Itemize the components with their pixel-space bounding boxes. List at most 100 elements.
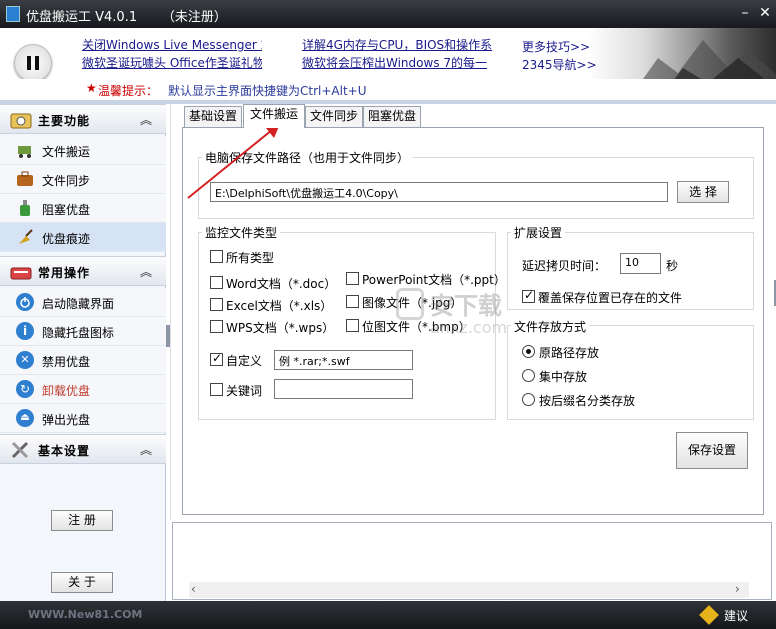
sidebar-item-file-transfer[interactable]: 文件搬运: [0, 136, 166, 165]
tab-file-transfer[interactable]: 文件搬运: [243, 104, 305, 128]
title-bar: 优盘搬运工 V4.0.1 （未注册） – ✕: [0, 0, 776, 28]
delay-input[interactable]: 10: [620, 253, 661, 274]
suggest-icon: [699, 605, 719, 625]
about-button[interactable]: 关 于: [51, 572, 113, 593]
sidebar-item-hide-tray[interactable]: i 隐藏托盘图标: [0, 317, 166, 346]
sidebar-item-file-sync[interactable]: 文件同步: [0, 165, 166, 194]
delay-unit: 秒: [666, 259, 679, 273]
tab-block-usb[interactable]: 阻塞优盘: [363, 106, 421, 127]
word-checkbox[interactable]: [210, 276, 223, 289]
news-link-2[interactable]: 微软圣诞玩噱头 Office作圣诞礼物: [82, 54, 262, 71]
sidebar-item-label: 隐藏托盘图标: [42, 326, 115, 340]
all-types-checkbox[interactable]: [210, 250, 223, 263]
choose-button[interactable]: 选 择: [677, 181, 729, 203]
camera-icon: [10, 110, 32, 130]
eject-icon: ⏏: [16, 409, 34, 427]
close-circle-icon: ✕: [16, 351, 34, 369]
sidebar-item-eject-cd[interactable]: ⏏ 弹出光盘: [0, 404, 166, 433]
by-extension-radio[interactable]: [522, 393, 535, 406]
keyboard-icon: [10, 262, 32, 282]
scroll-right-icon[interactable]: ›: [735, 582, 740, 596]
extend-label: 扩展设置: [511, 224, 566, 241]
custom-label: 自定义: [226, 354, 263, 368]
section-main-functions[interactable]: 主要功能 ︽: [0, 104, 166, 134]
custom-checkbox[interactable]: [210, 351, 223, 366]
sidebar-item-block-usb[interactable]: 阻塞优盘: [0, 194, 166, 223]
keyword-label: 关键词: [226, 384, 263, 398]
briefcase-icon: [16, 170, 34, 188]
storage-label: 文件存放方式: [511, 318, 590, 335]
all-types-label: 所有类型: [226, 251, 275, 265]
status-bar: WWW.New81.COM 建议: [0, 601, 776, 629]
watermark: 安下载 anxz.com: [396, 282, 516, 352]
keyword-field[interactable]: [274, 379, 413, 399]
watermark-site: anxz.com: [430, 318, 508, 337]
sidebar-item-label: 文件同步: [42, 174, 91, 188]
overwrite-checkbox[interactable]: [522, 288, 535, 303]
refresh-icon: ↻: [16, 380, 34, 398]
window-title: 优盘搬运工 V4.0.1 （未注册）: [26, 10, 227, 25]
close-button[interactable]: ✕: [756, 4, 774, 22]
news-link-1[interactable]: 关闭Windows Live Messenger 2009: [82, 36, 262, 53]
nav-2345-link[interactable]: 2345导航>>: [522, 56, 602, 73]
tools-icon: [10, 440, 32, 460]
tip-label: 温馨提示：: [98, 84, 159, 98]
watermark-brand: 安下载: [430, 292, 502, 320]
central-label: 集中存放: [539, 370, 588, 384]
sidebar-item-label: 启动隐藏界面: [42, 297, 115, 311]
wps-checkbox[interactable]: [210, 320, 223, 333]
by-extension-label: 按后缀名分类存放: [539, 394, 636, 408]
sidebar-item-label: 阻塞优盘: [42, 203, 91, 217]
sidebar-item-label: 文件搬运: [42, 145, 91, 159]
register-button[interactable]: 注 册: [51, 510, 113, 531]
site-label: WWW.New81.COM: [28, 608, 143, 621]
collapse-icon[interactable]: ︽: [140, 263, 152, 280]
bmp-checkbox[interactable]: [346, 319, 359, 332]
tab-file-sync[interactable]: 文件同步: [305, 106, 363, 127]
sidebar-item-disable-usb[interactable]: ✕ 禁用优盘: [0, 346, 166, 375]
star-icon: ★: [86, 81, 97, 95]
sidebar-item-launch-hidden[interactable]: 启动隐藏界面: [0, 288, 166, 317]
word-label: Word文档（*.doc）: [226, 277, 337, 291]
jpg-checkbox[interactable]: [346, 295, 359, 308]
overwrite-label: 覆盖保存位置已存在的文件: [538, 291, 683, 305]
more-tips-link[interactable]: 更多技巧>>: [522, 38, 602, 55]
minimize-button[interactable]: –: [736, 4, 754, 22]
horizontal-scrollbar[interactable]: ‹ ›: [189, 582, 749, 598]
sidebar-item-unmount-usb[interactable]: ↻ 卸载优盘: [0, 375, 166, 404]
original-path-radio[interactable]: [522, 345, 535, 358]
central-radio[interactable]: [522, 369, 535, 382]
file-types-label: 监控文件类型: [202, 224, 281, 241]
excel-checkbox[interactable]: [210, 298, 223, 311]
cart-icon: [16, 141, 34, 159]
save-settings-button[interactable]: 保存设置: [676, 432, 748, 469]
annotation-arrow: [187, 124, 280, 199]
custom-ext-field[interactable]: 例 *.rar;*.swf: [274, 350, 413, 370]
collapse-icon[interactable]: ︽: [140, 441, 152, 458]
news-link-4[interactable]: 微软将会压榨出Windows 7的每一: [302, 54, 498, 71]
scroll-left-icon[interactable]: ‹: [191, 582, 196, 596]
info-icon: i: [16, 322, 34, 340]
collapse-icon[interactable]: ︽: [140, 111, 152, 128]
sidebar-item-label: 禁用优盘: [42, 355, 91, 369]
suggest-link[interactable]: 建议: [724, 607, 748, 624]
tip-text: 默认显示主界面快捷键为Ctrl+Alt+U: [168, 84, 367, 98]
bottle-icon: [16, 199, 34, 217]
section-label: 常用操作: [38, 266, 91, 280]
section-label: 主要功能: [38, 114, 91, 128]
sidebar-item-label: 弹出光盘: [42, 413, 91, 427]
section-basic-settings[interactable]: 基本设置 ︽: [0, 434, 166, 464]
broom-icon: [16, 228, 34, 246]
section-common-ops[interactable]: 常用操作 ︽: [0, 256, 166, 286]
wps-label: WPS文档（*.wps）: [226, 321, 335, 335]
sidebar-item-label: 卸载优盘: [42, 384, 91, 398]
sidebar-item-usb-traces[interactable]: 优盘痕迹: [0, 223, 166, 252]
news-link-3[interactable]: 详解4G内存与CPU，BIOS和操作系: [302, 36, 498, 53]
sidebar-item-label: 优盘痕迹: [42, 232, 91, 246]
pause-button[interactable]: [14, 44, 52, 82]
power-icon: [16, 293, 34, 311]
keyword-checkbox[interactable]: [210, 383, 223, 396]
app-icon: [6, 6, 20, 22]
ppt-checkbox[interactable]: [346, 272, 359, 285]
original-path-label: 原路径存放: [539, 346, 600, 360]
